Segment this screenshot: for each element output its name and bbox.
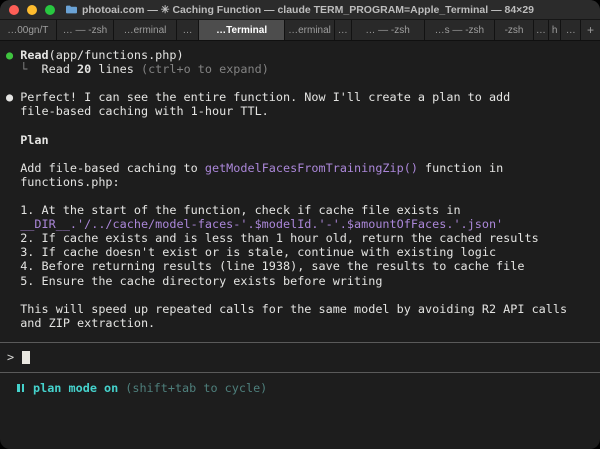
terminal-text-segment: 3. If cache doesn't exist or is stale, c… [6,245,497,260]
status-line: plan mode on (shift+tab to cycle) [0,381,600,395]
terminal-text-segment: 20 [77,62,92,77]
terminal-line: └ Read 20 lines (ctrl+o to expand) [6,62,594,76]
terminal-text-segment: ● [6,48,21,62]
terminal-text-segment: functions.php: [6,174,120,189]
terminal-line: Plan [6,133,594,147]
terminal-text-segment: (app/functions.php) [48,48,184,62]
plan-mode-label: plan mode on [33,380,119,395]
terminal-tab[interactable]: h [548,20,562,40]
zoom-button[interactable] [45,4,55,15]
title-bar: photoai.com — ✳ Caching Function — claud… [0,0,600,19]
terminal-line: ● Read(app/functions.php) [6,48,594,62]
terminal-text-segment: getModelFacesFromTrainingZip() [204,160,418,175]
terminal-line: This will speed up repeated calls for th… [6,302,594,316]
terminal-tab[interactable]: …erminal [285,20,335,40]
terminal-text-segment: └ [6,62,42,77]
terminal-text-segment: 5. Ensure the cache directory exists bef… [6,273,383,288]
traffic-lights [0,4,55,15]
terminal-text-segment: file-based caching with 1-hour TTL. [6,104,269,119]
terminal-text-segment: lines [91,62,141,77]
terminal-tab[interactable]: … [561,20,581,40]
terminal-tab[interactable]: … [176,20,200,40]
folder-icon [65,5,77,14]
terminal-text-segment: 1. At the start of the function, check i… [6,203,461,218]
mode-hint: (shift+tab to cycle) [125,380,268,395]
terminal-line: ● Perfect! I can see the entire function… [6,90,594,104]
tab-bar: …00gn/T… — -zsh …erminal… …Terminal …ermina… [0,19,600,41]
terminal-tab[interactable]: … — -zsh [351,20,425,40]
terminal-line: 2. If cache exists and is less than 1 ho… [6,231,594,245]
close-button[interactable] [9,4,19,15]
terminal-line: __DIR__.'/../cache/model-faces-'.$modelI… [6,217,594,231]
terminal-line: 3. If cache doesn't exist or is stale, c… [6,245,594,259]
terminal-text-segment: ● Perfect! I can see the entire function… [6,90,511,105]
terminal-line: file-based caching with 1-hour TTL. [6,104,594,118]
new-tab-button[interactable]: + [581,20,600,40]
terminal-text-segment: __DIR__.'/../cache/model-faces-'.$modelI… [6,217,504,232]
window-title: photoai.com — ✳ Caching Function — claud… [81,3,534,16]
terminal-output: ● Read(app/functions.php) └ Read 20 line… [0,41,600,330]
text-cursor [22,350,31,364]
terminal-tab[interactable]: … [334,20,352,40]
terminal-tab[interactable]: …erminal [114,20,177,40]
terminal-tab[interactable]: …s — -zsh [424,20,496,40]
terminal-line: Add file-based caching to getModelFacesF… [6,161,594,175]
minimize-button[interactable] [27,4,37,15]
terminal-line: 5. Ensure the cache directory exists bef… [6,274,594,288]
prompt-symbol: > [7,350,15,365]
terminal-tab[interactable]: … [534,20,549,40]
terminal-line: and ZIP extraction. [6,316,594,330]
pause-icon [17,383,24,392]
terminal-tab[interactable]: -zsh [495,20,535,40]
terminal-text-segment: and ZIP extraction. [6,315,156,330]
title-area: photoai.com — ✳ Caching Function — claud… [0,0,600,19]
terminal-line: 1. At the start of the function, check i… [6,203,594,217]
terminal-text-segment: (ctrl+o to expand) [140,62,269,77]
terminal-text-segment: 2. If cache exists and is less than 1 ho… [6,231,539,246]
terminal-tab-active[interactable]: …Terminal [199,20,286,40]
terminal-window: photoai.com — ✳ Caching Function — claud… [0,0,600,449]
terminal-text-segment: Add file-based caching to [6,160,205,175]
terminal-line: 4. Before returning results (line 1938),… [6,259,594,273]
terminal-text-segment: 4. Before returning results (line 1938),… [6,259,525,274]
terminal-line: functions.php: [6,175,594,189]
prompt-input[interactable]: > [0,341,600,373]
terminal-tab[interactable]: … — -zsh [56,20,115,40]
terminal-text-segment: function in [417,160,504,175]
terminal-tab[interactable]: …00gn/T [0,20,57,40]
terminal-text-segment: This will speed up repeated calls for th… [6,301,568,316]
terminal-text-segment: Read [41,62,78,77]
terminal-text-segment: Plan [6,132,49,147]
terminal-text-segment: Read [20,48,49,62]
